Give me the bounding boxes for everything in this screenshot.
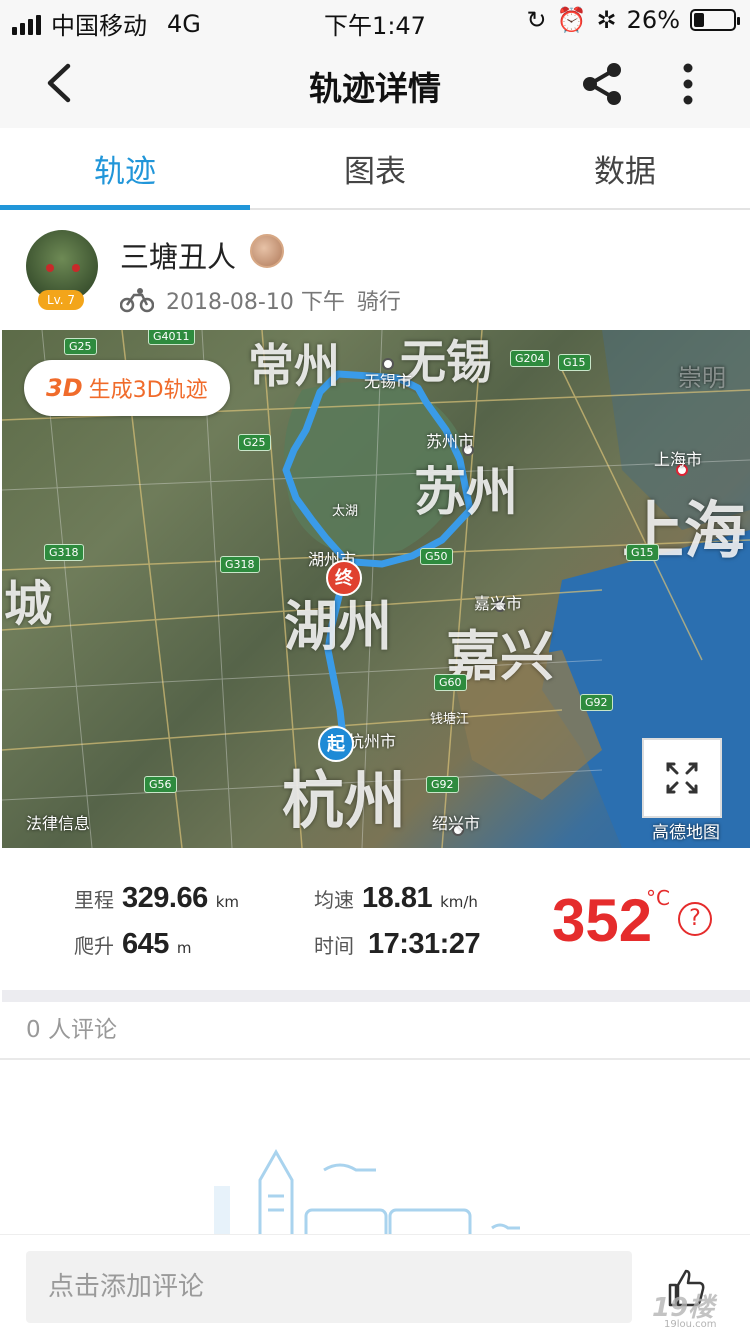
- level-badge: Lv. 7: [38, 290, 84, 310]
- route-start-marker[interactable]: 起: [318, 726, 354, 762]
- battery-icon: [690, 9, 740, 31]
- stat-avg-speed-value: 18.81: [362, 882, 433, 914]
- section-divider: [2, 990, 750, 1002]
- road-sign: G60: [434, 674, 467, 691]
- road-sign: G25: [64, 338, 97, 355]
- help-icon[interactable]: ?: [678, 902, 712, 936]
- map-label-qiantang: 钱塘江: [430, 712, 470, 727]
- status-bar: 中国移动 4G 下午1:47 ↻ ⏰ ✲ 26%: [0, 0, 750, 40]
- road-sign: G204: [510, 350, 550, 367]
- page-title: 轨迹详情: [309, 69, 441, 108]
- stat-duration-label: 时间: [314, 934, 354, 958]
- map-label-suzhou-shi: 苏州市: [426, 432, 475, 451]
- road-sign: G318: [220, 556, 260, 573]
- generate-3d-label: 生成3D轨迹: [88, 378, 208, 403]
- map-label-hangzhou-shi: 杭州市: [348, 732, 397, 751]
- more-icon[interactable]: [670, 60, 706, 108]
- stat-distance-value: 329.66: [122, 882, 208, 914]
- city-label-suzhou: 苏州: [414, 463, 519, 523]
- battery-percent: 26%: [626, 6, 680, 34]
- stat-avg-speed-label: 均速: [314, 888, 354, 912]
- map-provider-logo: 高德地图: [652, 823, 720, 843]
- site-watermark-domain: 19lou.com: [664, 1319, 717, 1330]
- activity-type: 骑行: [356, 290, 401, 315]
- ride-meta: 2018-08-10 下午 骑行: [120, 284, 401, 316]
- city-label-cheng: 城: [4, 576, 53, 632]
- stat-distance-unit: km: [215, 893, 240, 911]
- road-sign: G25: [238, 434, 271, 451]
- fullscreen-button[interactable]: [642, 738, 722, 818]
- stat-climb: 爬升 645 m: [74, 928, 192, 961]
- stat-climb-label: 爬升: [74, 934, 114, 958]
- city-label-changzhou: 常州: [248, 339, 340, 393]
- stat-duration: 时间 17:31:27: [314, 928, 481, 961]
- road-sign: G50: [420, 548, 453, 565]
- 3d-logo-icon: 3D: [46, 374, 83, 402]
- tab-bar: 轨迹 图表 数据: [0, 128, 750, 210]
- map-label-shanghai-shi: 上海市: [654, 450, 703, 469]
- road-sign: G56: [144, 776, 177, 793]
- stat-avg-speed: 均速 18.81 km/h: [314, 882, 478, 915]
- bluetooth-icon: ✲: [596, 6, 617, 34]
- map-label-taihu: 太湖: [332, 504, 359, 519]
- active-tab-indicator: [0, 205, 250, 210]
- tab-data[interactable]: 数据: [500, 146, 750, 191]
- map-label-jiaxing-shi: 嘉兴市: [474, 594, 523, 613]
- road-sign: G15: [558, 354, 591, 371]
- tab-chart[interactable]: 图表: [250, 146, 500, 191]
- comment-count: 0 人评论: [0, 1002, 750, 1060]
- comment-bar: 19楼 19lou.com: [0, 1234, 750, 1334]
- temperature-value: 352: [552, 887, 653, 954]
- ride-date: 2018-08-10 下午: [166, 290, 345, 315]
- navigation-bar: 轨迹详情: [0, 40, 750, 128]
- battery-fill: [694, 13, 704, 27]
- ride-stats: 里程 329.66 km 爬升 645 m 均速 18.81 km/h 时间 1…: [0, 848, 750, 990]
- stat-duration-value: 17:31:27: [368, 928, 481, 960]
- map-label-chongming: 崇明: [678, 364, 726, 392]
- stat-climb-unit: m: [176, 939, 192, 957]
- road-sign: G4011: [148, 330, 195, 345]
- city-label-wuxi: 无锡: [400, 335, 492, 389]
- map-label-shaoxing-shi: 绍兴市: [432, 814, 481, 833]
- route-end-marker[interactable]: 终: [326, 560, 362, 596]
- medal-icon[interactable]: [250, 234, 284, 268]
- generate-3d-track-button[interactable]: 3D 生成3D轨迹: [24, 360, 230, 416]
- stat-distance: 里程 329.66 km: [74, 882, 239, 915]
- empty-comments-illustration: [214, 1148, 520, 1240]
- city-label-hangzhou: 杭州: [282, 764, 407, 837]
- comment-input[interactable]: [26, 1251, 632, 1323]
- share-icon[interactable]: [578, 60, 626, 108]
- route-map[interactable]: 常州 无锡 苏州 上海 湖州 嘉兴 杭州 城 无锡市 苏州市 上海市 湖州市 嘉…: [2, 330, 750, 848]
- road-sign: G92: [580, 694, 613, 711]
- temperature-unit: °C: [646, 886, 670, 910]
- road-sign: G318: [44, 544, 84, 561]
- tab-track[interactable]: 轨迹: [0, 146, 250, 191]
- bicycle-icon: [120, 288, 154, 313]
- road-sign: G92: [426, 776, 459, 793]
- rotation-lock-icon: ↻: [526, 6, 547, 34]
- alarm-icon: ⏰: [556, 6, 587, 34]
- expand-icon: [666, 762, 698, 794]
- user-name[interactable]: 三塘丑人: [120, 234, 236, 276]
- map-label-wuxi-shi: 无锡市: [364, 372, 413, 391]
- stat-climb-value: 645: [122, 928, 169, 960]
- map-legal-link[interactable]: 法律信息: [26, 810, 90, 834]
- road-sign: G15: [626, 544, 659, 561]
- stat-avg-speed-unit: km/h: [440, 893, 478, 911]
- rider-info: Lv. 7 三塘丑人 2018-08-10 下午 骑行: [0, 212, 750, 328]
- stat-distance-label: 里程: [74, 888, 114, 912]
